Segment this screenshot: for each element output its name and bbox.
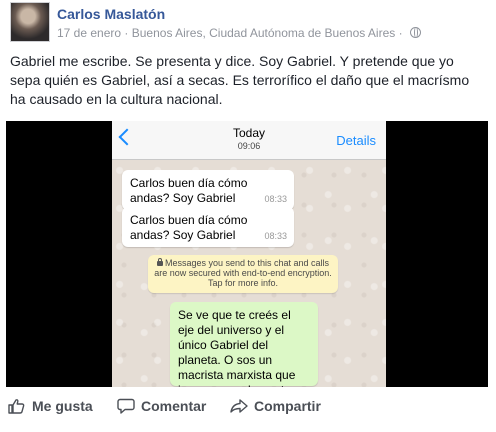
encryption-notice: Messages you send to this chat and calls… (148, 255, 338, 293)
chat-header: Today 09:06 Details (112, 121, 386, 160)
encryption-notice-text: Messages you send to this chat and calls… (154, 258, 332, 288)
whatsapp-screenshot: Today 09:06 Details Carlos buen día cómo… (112, 121, 386, 387)
received-message: Carlos buen día cómo andas? Soy Gabriel … (122, 170, 294, 210)
share-button[interactable]: Compartir (230, 398, 321, 414)
comment-button[interactable]: Comentar (117, 398, 206, 414)
sent-message: Se ve que te creés el eje del universo y… (170, 302, 318, 387)
author-name[interactable]: Carlos Maslatón (57, 6, 165, 22)
like-label: Me gusta (32, 398, 93, 414)
globe-icon[interactable] (409, 27, 421, 38)
message-time: 08:33 (264, 231, 287, 241)
like-thumb-icon (8, 399, 25, 414)
post-actions: Me gusta Comentar Compartir (0, 394, 496, 422)
post-meta: 17 de enero · Buenos Aires, Ciudad Autón… (57, 26, 421, 40)
sent-message-text: Se ve que te creés el eje del universo y… (178, 308, 307, 387)
post-image[interactable]: Today 09:06 Details Carlos buen día cómo… (6, 121, 488, 387)
share-icon (230, 399, 248, 413)
post-date[interactable]: 17 de enero (57, 26, 121, 40)
received-message: Carlos buen día cómo andas? Soy Gabriel … (122, 207, 294, 247)
post-location[interactable]: Buenos Aires, Ciudad Autónoma de Buenos … (132, 26, 396, 40)
message-text: Carlos buen día cómo andas? Soy Gabriel (130, 213, 248, 242)
share-label: Compartir (254, 398, 321, 414)
message-text: Carlos buen día cómo andas? Soy Gabriel (130, 176, 248, 205)
details-link: Details (336, 133, 376, 148)
like-button[interactable]: Me gusta (8, 398, 93, 414)
lock-icon (156, 258, 163, 266)
meta-separator: · (124, 26, 129, 40)
comment-label: Comentar (141, 398, 207, 414)
post-text: Gabriel me escribe. Se presenta y dice. … (10, 53, 470, 107)
facebook-post: Carlos Maslatón 17 de enero · Buenos Air… (0, 0, 496, 432)
avatar[interactable] (10, 2, 50, 42)
message-time: 08:33 (264, 194, 287, 204)
comment-icon (117, 398, 135, 414)
meta-separator-2: · (398, 26, 403, 40)
